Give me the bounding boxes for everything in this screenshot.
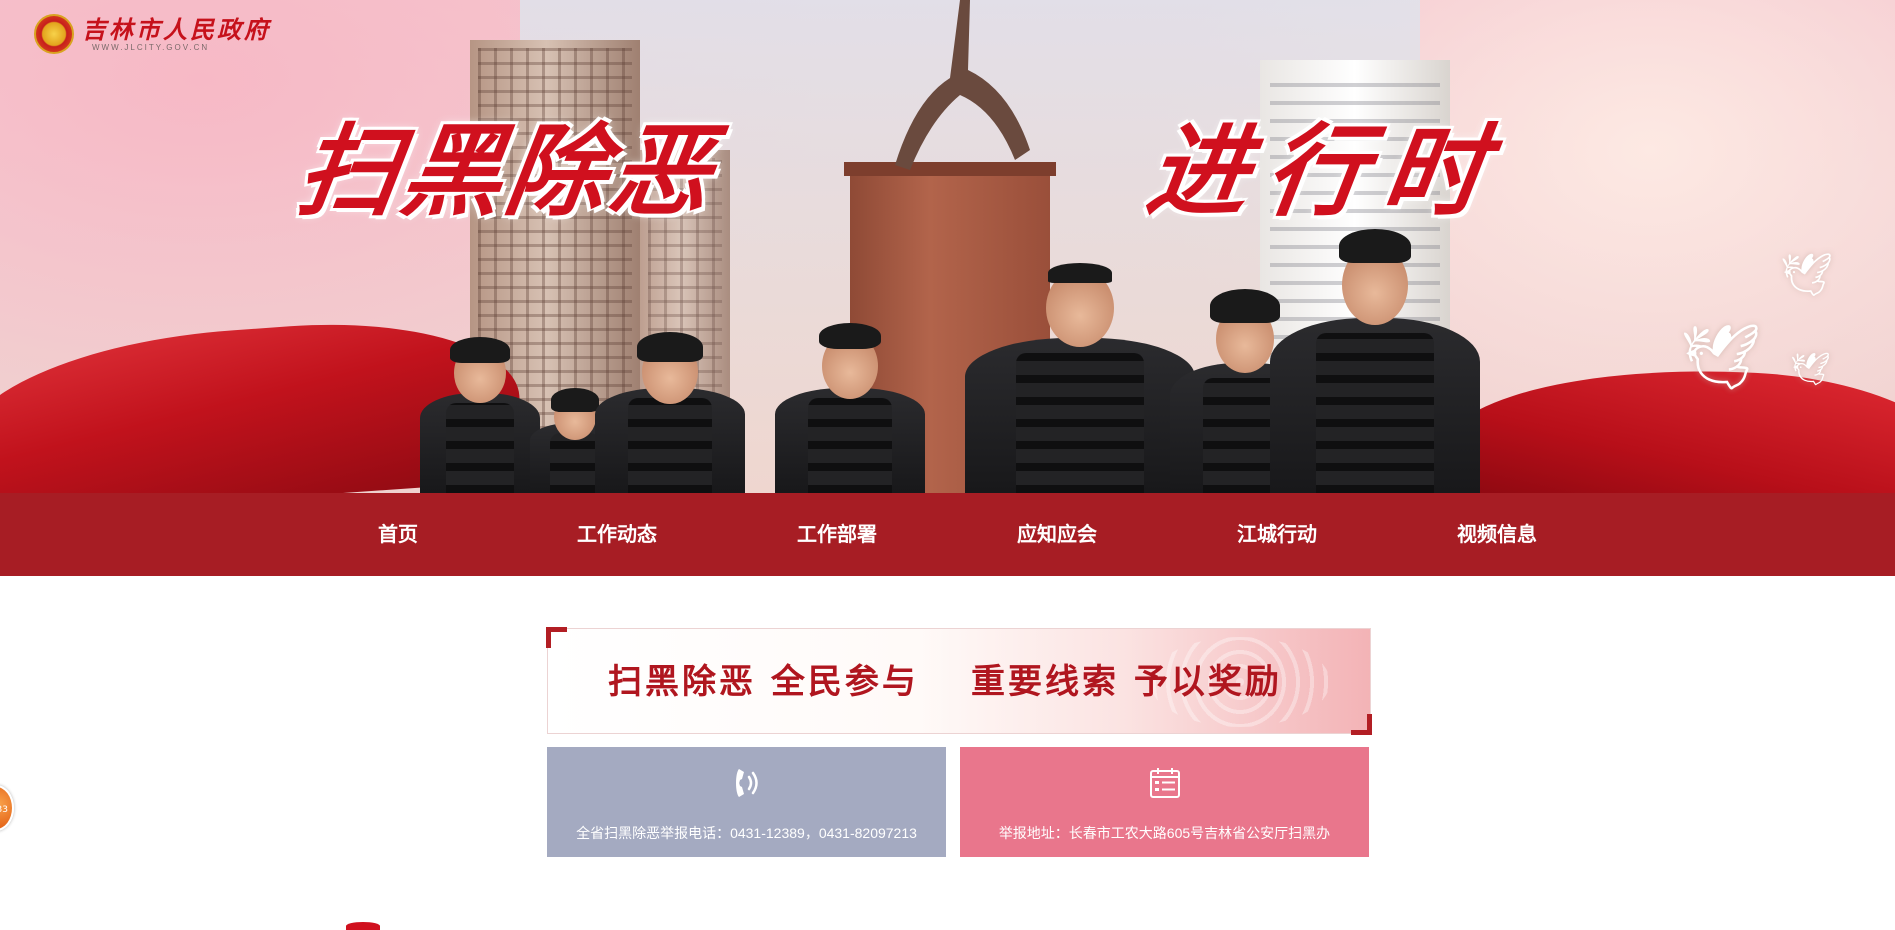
nav-item-city-action[interactable]: 江城行动 <box>1177 493 1377 576</box>
banner-sculpture <box>895 0 1030 170</box>
hero-banner: 🕊 🕊 🕊 扫黑除恶 进行时 吉林市人民政府 WWW.JLCITY.GOV.CN <box>0 0 1895 493</box>
floating-badge[interactable]: 33 <box>0 785 14 831</box>
report-address-text: 举报地址：长春市工农大路605号吉林省公安厅扫黑办 <box>998 825 1331 841</box>
nav-item-video[interactable]: 视频信息 <box>1397 493 1597 576</box>
officer-figure <box>775 323 925 493</box>
calendar-icon <box>1149 768 1180 798</box>
officer-figure <box>1270 223 1480 493</box>
nav-item-work-plan[interactable]: 工作部署 <box>737 493 937 576</box>
site-logo[interactable]: 吉林市人民政府 WWW.JLCITY.GOV.CN <box>34 14 271 54</box>
logo-text: 吉林市人民政府 WWW.JLCITY.GOV.CN <box>82 14 271 52</box>
slogan-participation: 扫黑除恶 全民参与 <box>608 662 919 702</box>
dove-icon: 🕊 <box>1780 250 1834 299</box>
nav-item-home[interactable]: 首页 <box>298 493 498 576</box>
reward-slogan-banner[interactable]: 扫黑除恶 全民参与 重要线索 予以奖励 <box>546 627 1372 735</box>
slogan-reward: 重要线索 予以奖励 <box>971 662 1282 702</box>
officer-figure <box>420 333 540 493</box>
report-address-card[interactable]: 举报地址：长春市工农大路605号吉林省公安厅扫黑办 <box>960 747 1369 857</box>
logo-title: 吉林市人民政府 <box>82 14 271 44</box>
logo-url: WWW.JLCITY.GOV.CN <box>92 42 210 52</box>
officer-figure <box>965 253 1195 493</box>
nav-item-work-news[interactable]: 工作动态 <box>517 493 717 576</box>
report-phone-card[interactable]: 全省扫黑除恶举报电话：0431-12389，0431-82097213 <box>547 747 946 857</box>
dove-icon: 🕊 <box>1680 321 1762 395</box>
phone-icon <box>735 769 758 797</box>
main-nav: 首页 工作动态 工作部署 应知应会 江城行动 视频信息 <box>0 493 1895 576</box>
national-emblem-icon <box>34 14 74 54</box>
banner-slogan-left: 扫黑除恶 <box>290 112 724 230</box>
officer-figure <box>595 328 745 493</box>
dove-icon: 🕊 <box>1790 350 1831 388</box>
section-decoration <box>346 922 380 930</box>
banner-slogan-right: 进行时 <box>1140 112 1512 230</box>
nav-item-knowledge[interactable]: 应知应会 <box>957 493 1157 576</box>
report-phone-text: 全省扫黑除恶举报电话：0431-12389，0431-82097213 <box>576 825 917 841</box>
